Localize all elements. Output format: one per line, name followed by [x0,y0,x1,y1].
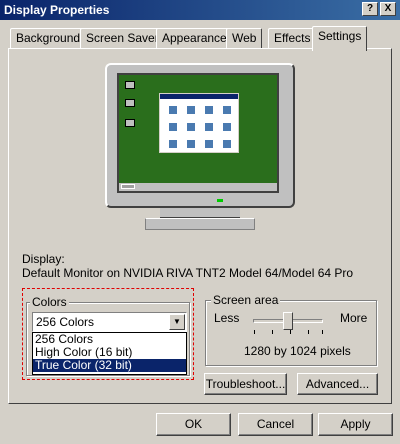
settings-panel [8,48,392,404]
tab-screen-saver[interactable]: Screen Saver [80,28,165,49]
apply-button[interactable]: Apply [318,413,393,436]
tab-web[interactable]: Web [226,28,263,49]
tab-settings[interactable]: Settings [312,26,368,51]
title-bar[interactable]: Display Properties ? X [0,0,400,20]
window-title: Display Properties [4,3,110,17]
help-button[interactable]: ? [362,2,378,16]
close-button[interactable]: X [380,2,396,16]
cancel-button[interactable]: Cancel [238,413,313,436]
tab-appearance[interactable]: Appearance [156,28,233,49]
tab-effects[interactable]: Effects [268,28,317,49]
ok-button[interactable]: OK [156,413,231,436]
tab-background[interactable]: Background [10,28,87,49]
